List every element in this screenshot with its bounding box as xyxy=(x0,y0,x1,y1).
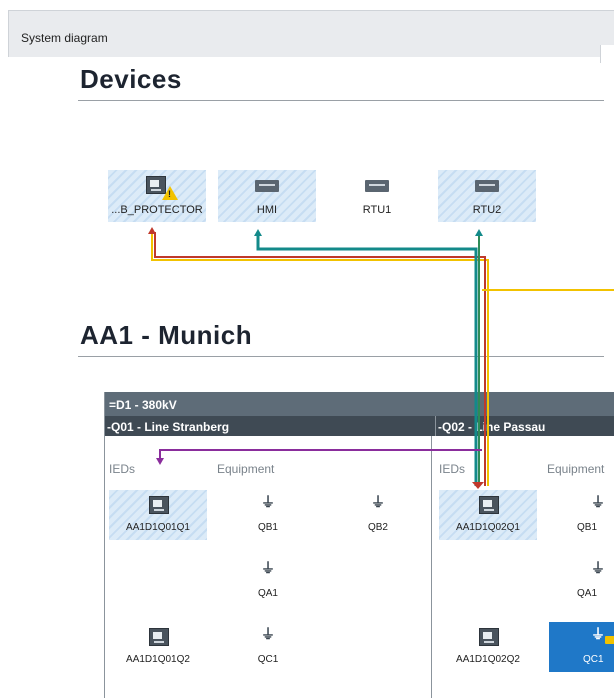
link-purple xyxy=(159,449,482,462)
arrow-head-q02q1 xyxy=(472,482,484,489)
link-yellow xyxy=(151,232,489,486)
arrow-head-hmi xyxy=(254,229,262,236)
connection-lines xyxy=(148,227,614,489)
arrow-head-protector xyxy=(148,227,156,234)
link-red xyxy=(154,232,486,486)
arrow-head-q01q1 xyxy=(156,458,164,465)
link-teal xyxy=(256,232,478,486)
arrow-head-rtu2 xyxy=(475,229,483,236)
